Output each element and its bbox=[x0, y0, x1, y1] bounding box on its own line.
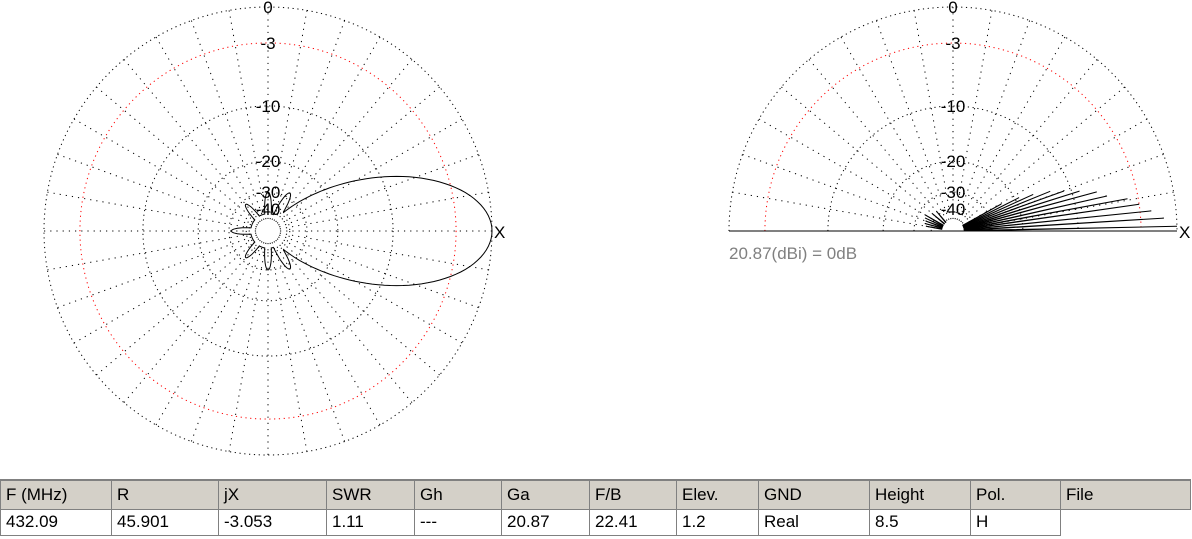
azimuth-spoke-260 bbox=[228, 242, 267, 452]
elevation-forward-lobe-10 bbox=[962, 193, 1034, 228]
cell-ga: 20.87 bbox=[501, 509, 590, 536]
azimuth-ring-0 bbox=[43, 6, 493, 456]
azimuth-spoke-30 bbox=[278, 118, 463, 226]
azimuth-spoke-140 bbox=[96, 86, 260, 224]
results-header-row: F (MHz) R jX SWR Gh Ga F/B Elev. GND Hei… bbox=[0, 479, 1191, 510]
cell-gnd: Real bbox=[758, 509, 870, 536]
cell-pol: H bbox=[970, 509, 1061, 536]
azimuth-spoke-130 bbox=[123, 59, 261, 223]
cell-jx: -3.053 bbox=[218, 509, 327, 536]
azimuth-x-marker: X bbox=[494, 223, 505, 242]
header-file: File bbox=[1060, 479, 1191, 510]
azimuth-spoke-160 bbox=[57, 153, 257, 228]
azimuth-ring-label-0: 0 bbox=[263, 0, 272, 17]
cell-elev: 1.2 bbox=[676, 509, 759, 536]
azimuth-spoke-110 bbox=[190, 20, 265, 220]
elevation-ring-label-5: -40 bbox=[941, 200, 966, 219]
azimuth-ring-label-2: -10 bbox=[256, 97, 281, 116]
cell-gh: --- bbox=[414, 509, 502, 536]
azimuth-spoke-10 bbox=[279, 191, 489, 230]
elevation-ring-label-2: -10 bbox=[941, 97, 966, 116]
cell-r: 45.901 bbox=[111, 509, 219, 536]
cell-swr: 1.11 bbox=[326, 509, 415, 536]
elevation-spoke-70 bbox=[956, 20, 1031, 220]
gain-reference-label: 20.87(dBi) = 0dB bbox=[729, 244, 857, 263]
elevation-spoke-130 bbox=[808, 59, 946, 223]
elevation-ring-label-0: 0 bbox=[948, 0, 957, 17]
elevation-forward-lobe-7 bbox=[963, 190, 1080, 229]
azimuth-spoke-170 bbox=[47, 191, 257, 230]
azimuth-spoke-200 bbox=[57, 234, 257, 309]
azimuth-spoke-310 bbox=[275, 239, 413, 403]
cell-height: 8.5 bbox=[869, 509, 971, 536]
elevation-ring-label-1: -3 bbox=[945, 34, 960, 53]
azimuth-spoke-280 bbox=[269, 242, 308, 452]
header-r: R bbox=[111, 479, 219, 510]
polar-plots: 0-3-10-20-30-40X 0-3-10-20-30-40X 20.87(… bbox=[43, 0, 1190, 456]
elevation-spoke-110 bbox=[875, 20, 950, 220]
azimuth-spoke-350 bbox=[279, 232, 489, 271]
results-table: F (MHz) R jX SWR Gh Ga F/B Elev. GND Hei… bbox=[0, 479, 1191, 536]
header-ga: Ga bbox=[501, 479, 590, 510]
elevation-ring-label-3: -20 bbox=[941, 152, 966, 171]
elevation-spoke-140 bbox=[781, 86, 945, 224]
elevation-x-marker: X bbox=[1179, 223, 1190, 242]
elevation-spoke-170 bbox=[732, 191, 942, 230]
azimuth-spoke-330 bbox=[278, 236, 463, 344]
elevation-spoke-120 bbox=[840, 36, 948, 221]
header-fb: F/B bbox=[589, 479, 677, 510]
azimuth-spoke-340 bbox=[279, 234, 479, 309]
azimuth-spoke-50 bbox=[275, 59, 413, 223]
azimuth-spoke-120 bbox=[155, 36, 263, 221]
elevation-spoke-160 bbox=[742, 153, 942, 228]
elevation-spoke-150 bbox=[758, 118, 943, 226]
azimuth-spoke-240 bbox=[155, 241, 263, 426]
elevation-ring-label-4: -30 bbox=[941, 183, 966, 202]
header-pol: Pol. bbox=[970, 479, 1061, 510]
header-gh: Gh bbox=[414, 479, 502, 510]
elevation-spoke-60 bbox=[958, 36, 1066, 221]
azimuth-ring-label-1: -3 bbox=[260, 34, 275, 53]
header-freq: F (MHz) bbox=[0, 479, 112, 510]
header-elev: Elev. bbox=[676, 479, 759, 510]
cell-fb: 22.41 bbox=[589, 509, 677, 536]
azimuth-spoke-190 bbox=[47, 232, 257, 271]
azimuth-spoke-20 bbox=[279, 153, 479, 228]
azimuth-spoke-70 bbox=[271, 20, 346, 220]
header-gnd: GND bbox=[758, 479, 870, 510]
azimuth-plot: 0-3-10-20-30-40X bbox=[43, 0, 505, 456]
azimuth-spoke-290 bbox=[271, 242, 346, 442]
azimuth-spoke-320 bbox=[276, 238, 440, 376]
cell-file bbox=[1060, 509, 1191, 535]
header-jx: jX bbox=[218, 479, 327, 510]
azimuth-spoke-250 bbox=[190, 242, 265, 442]
header-height: Height bbox=[869, 479, 971, 510]
azimuth-spoke-220 bbox=[96, 238, 260, 376]
azimuth-ring-label-3: -20 bbox=[256, 152, 281, 171]
azimuth-spoke-40 bbox=[276, 86, 440, 224]
elevation-plot: 0 -3 -10 -20 -30-40 X bbox=[728, 0, 1190, 242]
cell-freq: 432.09 bbox=[0, 509, 112, 536]
azimuth-spoke-230 bbox=[123, 239, 261, 403]
header-swr: SWR bbox=[326, 479, 415, 510]
results-row: 432.09 45.901 -3.053 1.11 --- 20.87 22.4… bbox=[0, 509, 1191, 536]
